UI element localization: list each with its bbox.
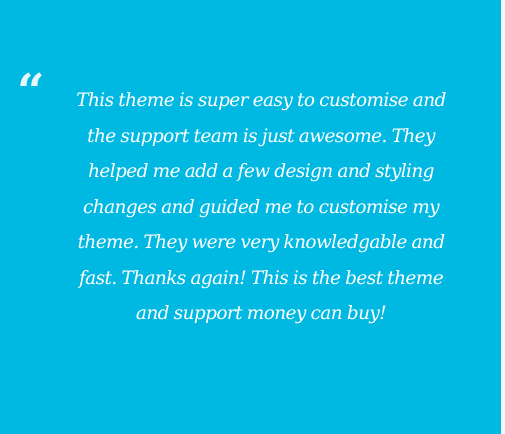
quote-glyph: “ xyxy=(17,64,45,120)
testimonial-text: This theme is super easy to customise an… xyxy=(76,90,446,324)
quote-icon: “ xyxy=(17,68,47,116)
testimonial-block: “ This theme is super easy to customise … xyxy=(0,0,501,434)
right-edge-strip xyxy=(501,0,505,434)
